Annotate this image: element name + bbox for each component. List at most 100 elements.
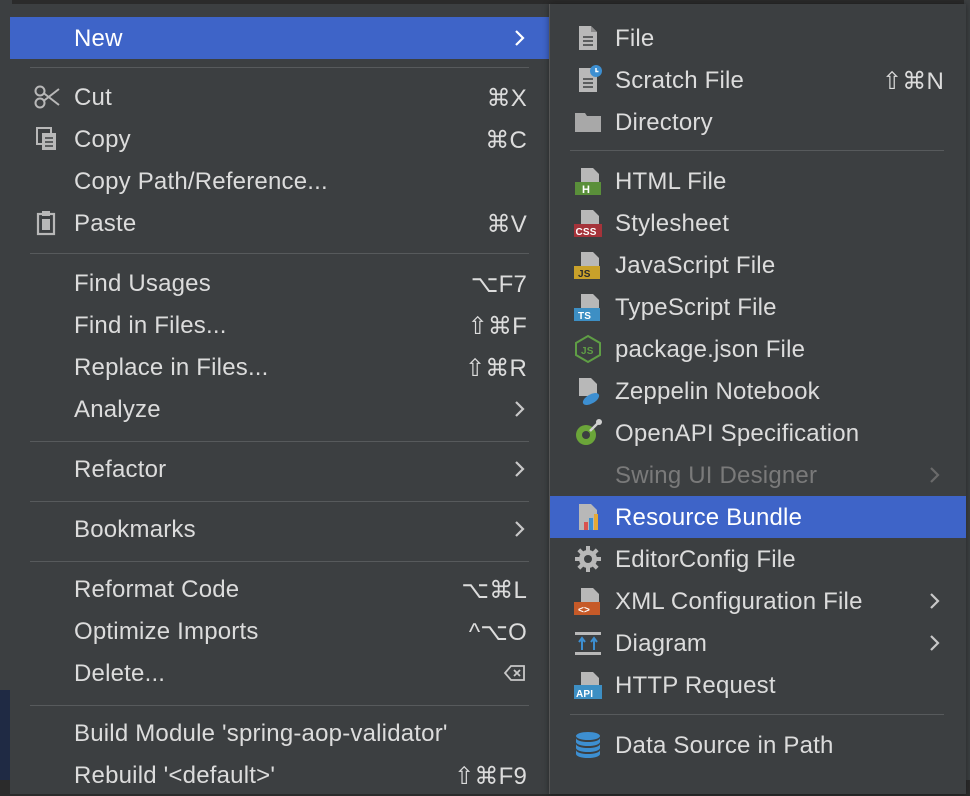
context-menu: New Cut ⌘X Copy ⌘C Copy Path/Reference..… xyxy=(10,4,550,794)
shortcut-label: ⌘C xyxy=(485,127,527,154)
shortcut-label: ⇧⌘R xyxy=(464,355,527,382)
copy-icon xyxy=(32,126,62,152)
submenu-item-html-file[interactable]: H HTML File xyxy=(550,160,966,202)
clipboard-icon xyxy=(32,210,62,236)
submenu-item-label: Resource Bundle xyxy=(615,504,803,531)
database-icon xyxy=(573,730,603,760)
shortcut-label: ⌘X xyxy=(486,85,527,112)
chevron-right-icon xyxy=(928,630,942,656)
gear-icon xyxy=(573,544,603,574)
submenu-item-label: HTML File xyxy=(615,168,727,195)
submenu-item-zeppelin[interactable]: Zeppelin Notebook xyxy=(550,370,966,412)
menu-item-label: New xyxy=(74,25,123,52)
scratch-file-icon xyxy=(573,65,603,95)
menu-item-label: Replace in Files... xyxy=(74,354,269,381)
submenu-item-package-json[interactable]: JS package.json File xyxy=(550,328,966,370)
menu-item-label: Analyze xyxy=(74,396,161,423)
menu-item-label: Find Usages xyxy=(74,270,211,297)
submenu-item-label: XML Configuration File xyxy=(615,588,863,615)
menu-item-bookmarks[interactable]: Bookmarks xyxy=(10,508,549,550)
file-badge: H xyxy=(582,184,590,196)
submenu-item-swing-ui-designer[interactable]: Swing UI Designer xyxy=(550,454,966,496)
submenu-item-diagram[interactable]: Diagram xyxy=(550,622,966,664)
menu-item-replace-in-files[interactable]: Replace in Files... ⇧⌘R xyxy=(10,346,549,388)
submenu-item-label: Directory xyxy=(615,109,713,136)
menu-item-label: Copy Path/Reference... xyxy=(74,168,328,195)
svg-text:JS: JS xyxy=(581,346,594,357)
new-submenu: File Scratch File ⇧⌘N Directory H HTML F… xyxy=(549,4,966,794)
shortcut-label: ⌘V xyxy=(486,211,527,238)
submenu-item-scratch-file[interactable]: Scratch File ⇧⌘N xyxy=(550,59,966,101)
submenu-item-label: HTTP Request xyxy=(615,672,776,699)
submenu-item-label: JavaScript File xyxy=(615,252,776,279)
menu-item-reformat-code[interactable]: Reformat Code ⌥⌘L xyxy=(10,568,549,610)
menu-item-copy-path[interactable]: Copy Path/Reference... xyxy=(10,160,549,202)
menu-item-rebuild[interactable]: Rebuild '<default>' ⇧⌘F9 xyxy=(10,754,549,796)
menu-item-find-usages[interactable]: Find Usages ⌥F7 xyxy=(10,262,549,304)
menu-separator xyxy=(30,561,529,562)
shortcut-label: ⇧⌘F xyxy=(467,313,527,340)
menu-item-cut[interactable]: Cut ⌘X xyxy=(10,76,549,118)
submenu-item-label: EditorConfig File xyxy=(615,546,796,573)
menu-item-refactor[interactable]: Refactor xyxy=(10,448,549,490)
chevron-right-icon xyxy=(928,588,942,614)
submenu-item-editorconfig[interactable]: EditorConfig File xyxy=(550,538,966,580)
scissors-icon xyxy=(32,84,62,110)
menu-separator xyxy=(30,441,529,442)
shortcut-label: ^⌥O xyxy=(468,619,527,646)
menu-item-delete[interactable]: Delete... xyxy=(10,652,549,694)
submenu-item-resource-bundle[interactable]: Resource Bundle xyxy=(550,496,966,538)
css-file-icon: CSS xyxy=(573,208,603,238)
menu-item-label: Copy xyxy=(74,126,131,153)
file-badge: API xyxy=(576,689,593,700)
chevron-right-icon xyxy=(513,516,527,542)
file-badge: <> xyxy=(578,605,590,616)
submenu-item-label: package.json File xyxy=(615,336,806,363)
submenu-item-stylesheet[interactable]: CSS Stylesheet xyxy=(550,202,966,244)
menu-item-analyze[interactable]: Analyze xyxy=(10,388,549,430)
chevron-right-icon xyxy=(513,396,527,422)
menu-item-paste[interactable]: Paste ⌘V xyxy=(10,202,549,244)
chevron-right-icon xyxy=(513,456,527,482)
ide-background-selection xyxy=(0,690,10,780)
submenu-item-openapi[interactable]: OpenAPI Specification xyxy=(550,412,966,454)
menu-item-label: Paste xyxy=(74,210,137,237)
submenu-item-data-source[interactable]: Data Source in Path xyxy=(550,724,966,766)
submenu-item-label: Scratch File xyxy=(615,67,745,94)
submenu-item-label: TypeScript File xyxy=(615,294,777,321)
menu-item-label: Reformat Code xyxy=(74,576,240,603)
menu-item-optimize-imports[interactable]: Optimize Imports ^⌥O xyxy=(10,610,549,652)
menu-separator xyxy=(30,501,529,502)
submenu-item-label: Data Source in Path xyxy=(615,732,834,759)
submenu-item-label: File xyxy=(615,25,655,52)
api-file-icon: API xyxy=(573,670,603,700)
submenu-item-label: Stylesheet xyxy=(615,210,730,237)
menu-separator xyxy=(570,714,944,715)
shortcut-label: ⌥⌘L xyxy=(461,577,527,604)
file-icon xyxy=(573,23,603,53)
submenu-item-xml-config[interactable]: <> XML Configuration File xyxy=(550,580,966,622)
submenu-item-label: Diagram xyxy=(615,630,708,657)
shortcut-label: ⌥F7 xyxy=(470,271,527,298)
menu-separator xyxy=(570,150,944,151)
menu-item-build-module[interactable]: Build Module 'spring-aop-validator' xyxy=(10,712,549,754)
xml-file-icon: <> xyxy=(573,586,603,616)
submenu-item-typescript-file[interactable]: TS TypeScript File xyxy=(550,286,966,328)
nodejs-icon: JS xyxy=(573,334,603,364)
submenu-item-javascript-file[interactable]: JS JavaScript File xyxy=(550,244,966,286)
menu-item-label: Refactor xyxy=(74,456,167,483)
submenu-item-file[interactable]: File xyxy=(550,17,966,59)
menu-item-label: Rebuild '<default>' xyxy=(74,762,276,789)
menu-item-label: Build Module 'spring-aop-validator' xyxy=(74,720,448,747)
submenu-item-label: Swing UI Designer xyxy=(615,462,818,489)
file-badge: TS xyxy=(578,311,591,322)
menu-item-new[interactable]: New xyxy=(10,17,549,59)
menu-item-label: Delete... xyxy=(74,660,166,687)
submenu-item-label: Zeppelin Notebook xyxy=(615,378,820,405)
menu-item-find-in-files[interactable]: Find in Files... ⇧⌘F xyxy=(10,304,549,346)
js-file-icon: JS xyxy=(573,250,603,280)
submenu-item-http-request[interactable]: API HTTP Request xyxy=(550,664,966,706)
menu-item-copy[interactable]: Copy ⌘C xyxy=(10,118,549,160)
submenu-item-directory[interactable]: Directory xyxy=(550,101,966,143)
resource-bundle-icon xyxy=(573,502,603,532)
